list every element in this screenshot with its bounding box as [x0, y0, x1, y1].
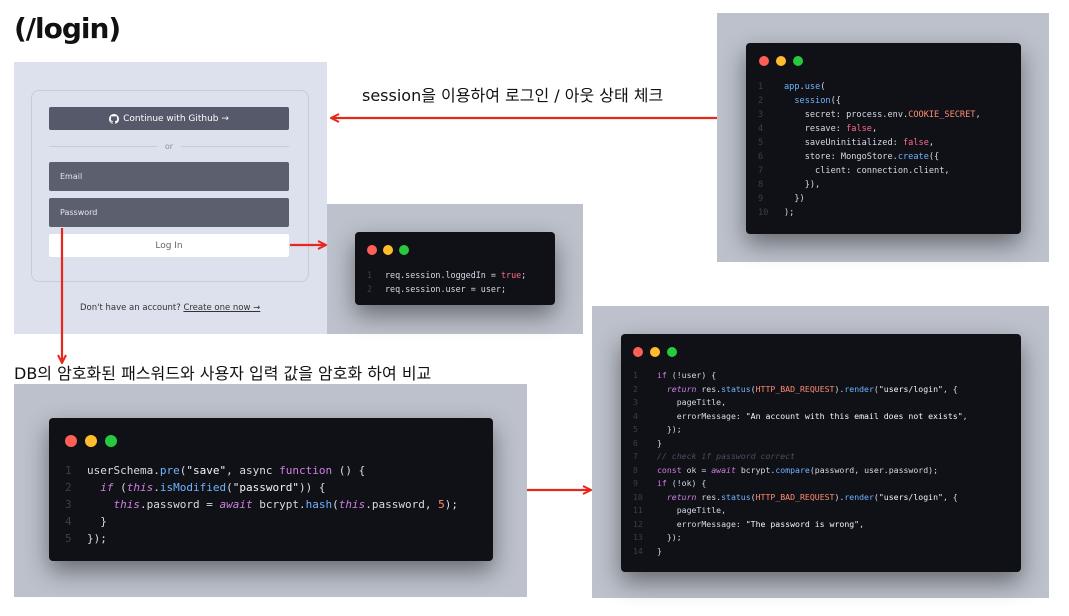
flow-arrows — [0, 0, 717, 616]
